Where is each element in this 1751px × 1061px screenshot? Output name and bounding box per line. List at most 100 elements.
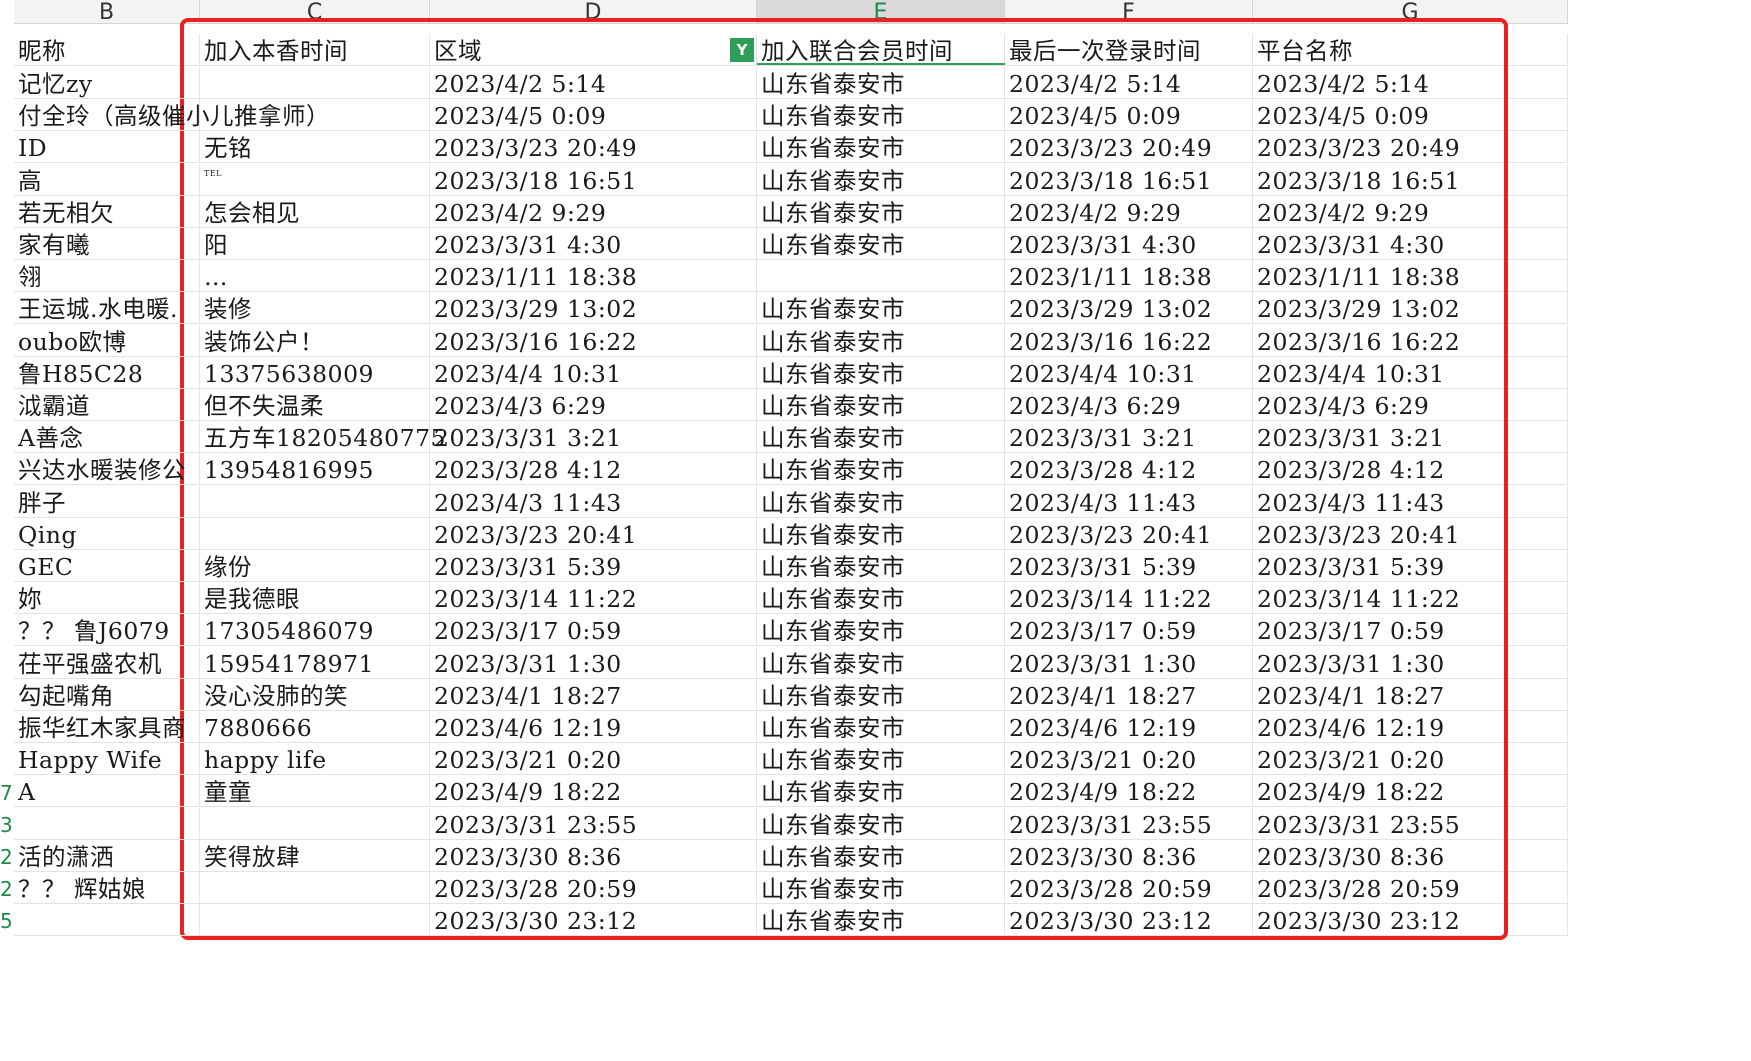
- nickname-cell[interactable]: Happy Wife: [14, 743, 200, 776]
- nickname-cell[interactable]: 兴达水暖装修公: [14, 453, 200, 486]
- platform-cell[interactable]: 2023/4/4 10:31: [1253, 356, 1568, 389]
- platform-cell[interactable]: 2023/4/6 12:19: [1253, 711, 1568, 743]
- alliance-join-time-cell[interactable]: 山东省泰安市: [757, 131, 1005, 164]
- alliance-join-time-cell[interactable]: 山东省泰安市: [757, 743, 1005, 776]
- last-login-cell[interactable]: 2023/3/28 20:59: [1005, 872, 1253, 904]
- alliance-join-time-cell[interactable]: 山东省泰安市: [757, 646, 1005, 679]
- nickname-cell[interactable]: ？？ 鲁J6079: [14, 614, 200, 647]
- header-cell-platform[interactable]: 平台名称: [1253, 34, 1568, 66]
- join-time-cell[interactable]: 15954178971: [200, 646, 430, 679]
- platform-cell[interactable]: 2023/4/3 6:29: [1253, 389, 1568, 421]
- region-cell[interactable]: 2023/1/11 18:38: [430, 260, 757, 293]
- platform-cell[interactable]: 2023/4/2 9:29: [1253, 195, 1568, 228]
- last-login-cell[interactable]: 2023/4/2 9:29: [1005, 195, 1253, 228]
- alliance-join-time-cell[interactable]: 山东省泰安市: [757, 99, 1005, 132]
- last-login-cell[interactable]: 2023/3/31 23:55: [1005, 807, 1253, 840]
- join-time-cell[interactable]: 阳: [200, 228, 430, 260]
- alliance-join-time-cell[interactable]: [757, 260, 1005, 293]
- region-cell[interactable]: 2023/3/18 16:51: [430, 163, 757, 196]
- header-cell-region[interactable]: 区域: [430, 34, 757, 66]
- join-time-cell[interactable]: 是我德眼: [200, 582, 430, 615]
- region-cell[interactable]: 2023/4/5 0:09: [430, 99, 757, 132]
- alliance-join-time-cell[interactable]: 山东省泰安市: [757, 163, 1005, 196]
- last-login-cell[interactable]: 2023/4/2 5:14: [1005, 67, 1253, 99]
- nickname-cell[interactable]: 家有曦: [14, 228, 200, 260]
- platform-cell[interactable]: 2023/3/28 20:59: [1253, 872, 1568, 904]
- nickname-cell[interactable]: 泧霸道: [14, 389, 200, 421]
- join-time-cell[interactable]: 装饰公户！: [200, 324, 430, 357]
- alliance-join-time-cell[interactable]: 山东省泰安市: [757, 324, 1005, 357]
- nickname-cell[interactable]: 翎: [14, 260, 200, 293]
- column-header-d[interactable]: D: [430, 0, 757, 24]
- region-cell[interactable]: 2023/3/17 0:59: [430, 614, 757, 647]
- region-cell[interactable]: 2023/3/28 4:12: [430, 453, 757, 486]
- region-cell[interactable]: 2023/4/6 12:19: [430, 711, 757, 743]
- last-login-cell[interactable]: 2023/3/31 5:39: [1005, 550, 1253, 582]
- last-login-cell[interactable]: 2023/3/17 0:59: [1005, 614, 1253, 647]
- join-time-cell[interactable]: 但不失温柔: [200, 389, 430, 421]
- nickname-cell[interactable]: A善念: [14, 421, 200, 454]
- platform-cell[interactable]: 2023/3/31 23:55: [1253, 807, 1568, 840]
- join-time-cell[interactable]: 7880666: [200, 711, 430, 743]
- nickname-cell[interactable]: A: [14, 775, 200, 808]
- platform-cell[interactable]: 2023/4/2 5:14: [1253, 67, 1568, 99]
- last-login-cell[interactable]: 2023/3/16 16:22: [1005, 324, 1253, 357]
- last-login-cell[interactable]: 2023/3/29 13:02: [1005, 292, 1253, 325]
- nickname-cell[interactable]: 振华红木家具商: [14, 711, 200, 743]
- platform-cell[interactable]: 2023/3/18 16:51: [1253, 163, 1568, 196]
- nickname-cell[interactable]: [14, 807, 200, 840]
- platform-cell[interactable]: 2023/3/31 5:39: [1253, 550, 1568, 582]
- region-cell[interactable]: 2023/3/31 5:39: [430, 550, 757, 582]
- alliance-join-time-cell[interactable]: 山东省泰安市: [757, 775, 1005, 808]
- alliance-join-time-cell[interactable]: 山东省泰安市: [757, 872, 1005, 904]
- alliance-join-time-cell[interactable]: 山东省泰安市: [757, 904, 1005, 937]
- alliance-join-time-cell[interactable]: 山东省泰安市: [757, 550, 1005, 582]
- platform-cell[interactable]: 2023/3/30 23:12: [1253, 904, 1568, 937]
- platform-cell[interactable]: 2023/3/29 13:02: [1253, 292, 1568, 325]
- last-login-cell[interactable]: 2023/3/18 16:51: [1005, 163, 1253, 196]
- region-cell[interactable]: 2023/3/14 11:22: [430, 582, 757, 615]
- last-login-cell[interactable]: 2023/3/23 20:41: [1005, 517, 1253, 550]
- join-time-cell[interactable]: 缘份: [200, 550, 430, 582]
- nickname-cell[interactable]: 胖子: [14, 485, 200, 518]
- platform-cell[interactable]: 2023/3/23 20:41: [1253, 517, 1568, 550]
- region-cell[interactable]: 2023/4/2 5:14: [430, 67, 757, 99]
- nickname-cell[interactable]: 若无相欠: [14, 195, 200, 228]
- last-login-cell[interactable]: 2023/3/30 23:12: [1005, 904, 1253, 937]
- alliance-join-time-cell[interactable]: 山东省泰安市: [757, 582, 1005, 615]
- region-cell[interactable]: 2023/4/9 18:22: [430, 775, 757, 808]
- alliance-join-time-cell[interactable]: 山东省泰安市: [757, 389, 1005, 421]
- join-time-cell[interactable]: …: [200, 260, 430, 293]
- alliance-join-time-cell[interactable]: 山东省泰安市: [757, 228, 1005, 260]
- last-login-cell[interactable]: 2023/3/30 8:36: [1005, 839, 1253, 872]
- platform-cell[interactable]: 2023/3/28 4:12: [1253, 453, 1568, 486]
- row-number[interactable]: 7: [0, 777, 12, 809]
- join-time-cell[interactable]: 怎会相见: [200, 195, 430, 228]
- nickname-cell[interactable]: GEC: [14, 550, 200, 582]
- alliance-join-time-cell[interactable]: 山东省泰安市: [757, 67, 1005, 99]
- nickname-cell[interactable]: 王运城.水电暖.: [14, 292, 200, 325]
- platform-cell[interactable]: 2023/4/3 11:43: [1253, 485, 1568, 518]
- platform-cell[interactable]: 2023/3/17 0:59: [1253, 614, 1568, 647]
- region-cell[interactable]: 2023/4/3 11:43: [430, 485, 757, 518]
- region-cell[interactable]: 2023/3/31 1:30: [430, 646, 757, 679]
- header-cell-last-login[interactable]: 最后一次登录时间: [1005, 34, 1253, 66]
- header-cell-alliance-join-time[interactable]: 加入联合会员时间: [757, 34, 1005, 66]
- region-cell[interactable]: 2023/4/1 18:27: [430, 678, 757, 711]
- join-time-cell[interactable]: [200, 807, 430, 840]
- nickname-cell[interactable]: ？？ 辉姑娘: [14, 872, 200, 904]
- join-time-cell[interactable]: 没心没肺的笑: [200, 678, 430, 711]
- join-time-cell[interactable]: 无铭: [200, 131, 430, 164]
- join-time-cell[interactable]: 13375638009: [200, 356, 430, 389]
- region-cell[interactable]: 2023/4/3 6:29: [430, 389, 757, 421]
- join-time-cell[interactable]: [200, 904, 430, 937]
- platform-cell[interactable]: 2023/4/1 18:27: [1253, 678, 1568, 711]
- row-number[interactable]: 3: [0, 809, 12, 841]
- nickname-cell[interactable]: oubo欧博: [14, 324, 200, 357]
- column-header-g[interactable]: G: [1253, 0, 1568, 24]
- column-header-f[interactable]: F: [1005, 0, 1253, 24]
- nickname-cell[interactable]: 鲁H85C28: [14, 356, 200, 389]
- last-login-cell[interactable]: 2023/3/23 20:49: [1005, 131, 1253, 164]
- alliance-join-time-cell[interactable]: 山东省泰安市: [757, 485, 1005, 518]
- region-cell[interactable]: 2023/3/30 8:36: [430, 839, 757, 872]
